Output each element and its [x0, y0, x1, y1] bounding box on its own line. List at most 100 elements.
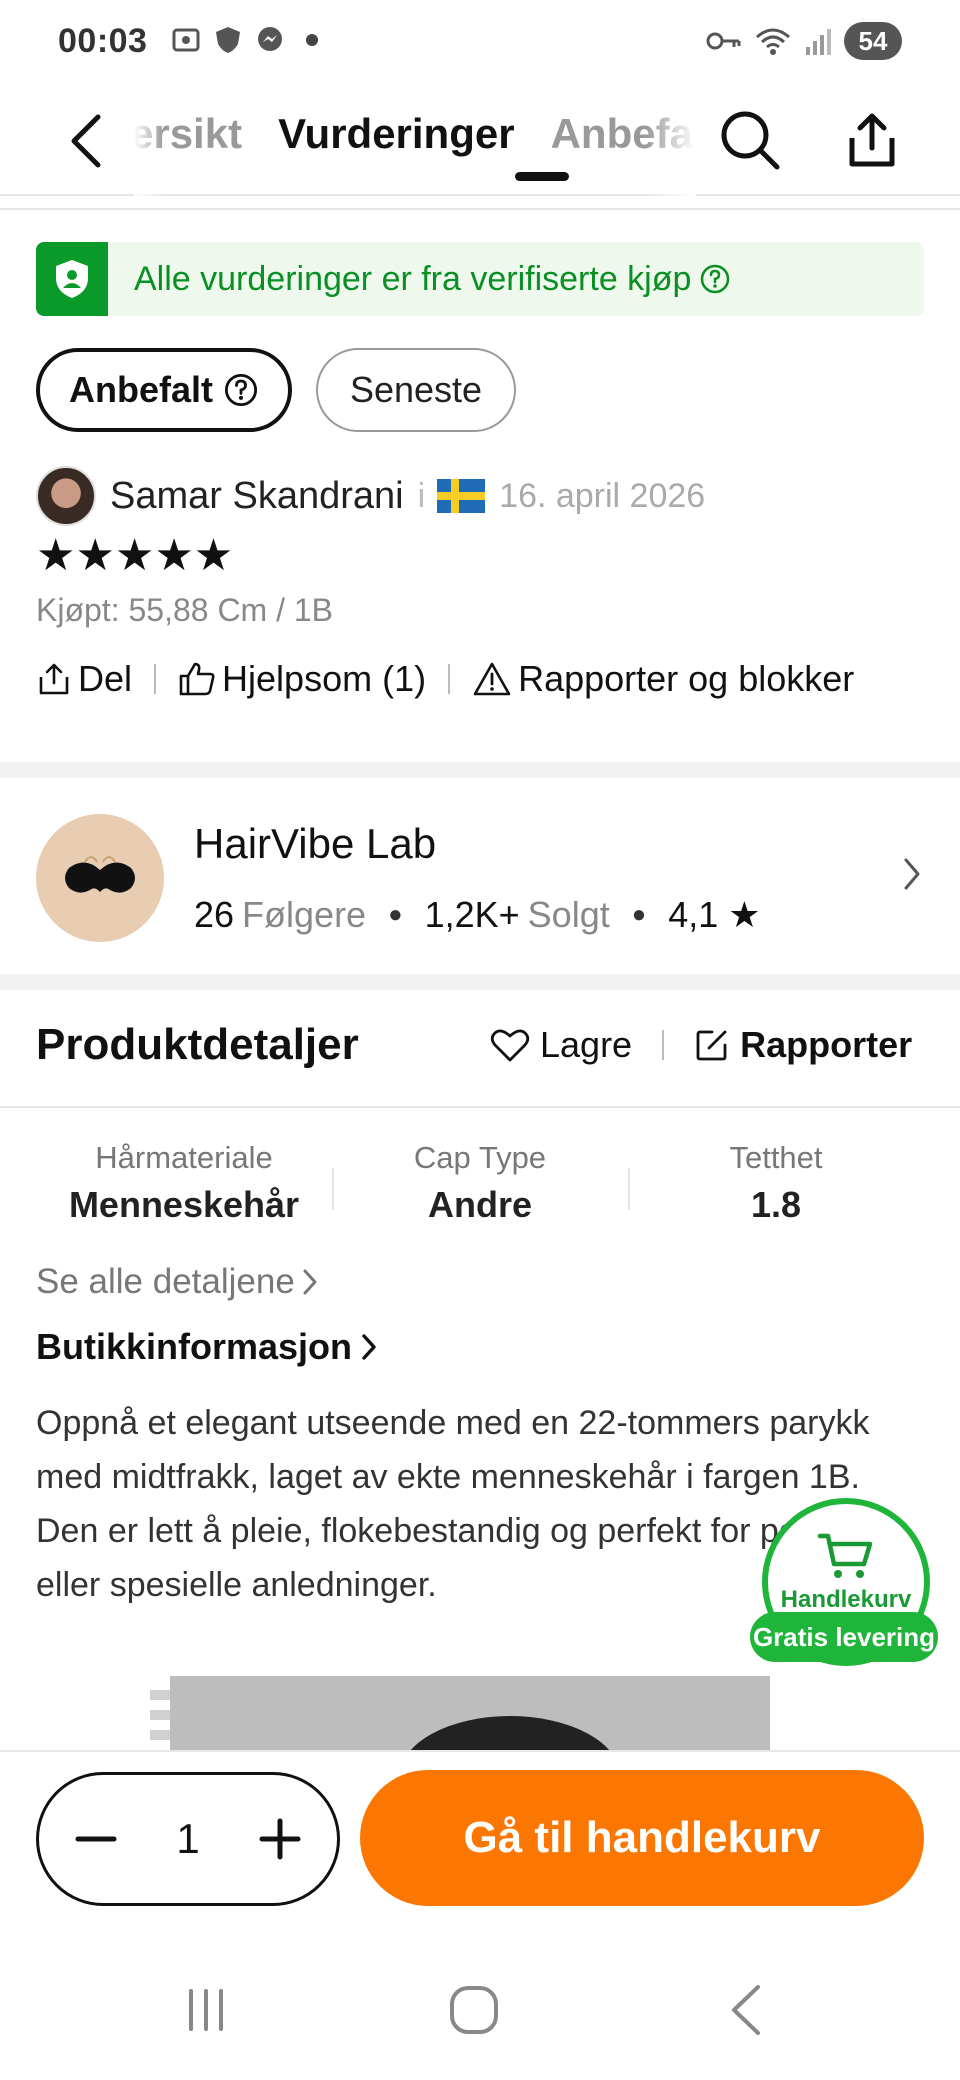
chevron-right-icon: [362, 1334, 376, 1360]
report-label: Rapporter: [740, 1024, 913, 1065]
report-block-label: Rapporter og blokker: [518, 658, 855, 699]
sort-recommended-label: Anbefalt: [69, 369, 213, 410]
verified-banner-text: Alle vurderinger er fra verifiserte kjøp: [134, 259, 692, 298]
report-block-button[interactable]: Rapporter og blokker: [472, 658, 854, 700]
wifi-icon: [756, 28, 790, 55]
active-tab-indicator: [515, 172, 569, 181]
store-stats: 26 Følgere ● 1,2K+ Solgt ● 4,1 ★: [194, 894, 761, 935]
signal-icon: [806, 29, 831, 55]
search-icon: [721, 111, 780, 170]
sold-label: Solgt: [527, 894, 610, 935]
separator: i: [417, 476, 426, 515]
review-date: 16. april 2026: [499, 476, 706, 515]
status-time: 00:03: [58, 22, 148, 60]
followers-label: Følgere: [242, 894, 367, 935]
divider: [0, 208, 960, 210]
attribute-label: Cap Type: [413, 1140, 547, 1175]
attribute-label: Tetthet: [729, 1140, 823, 1175]
status-icons-left: [170, 24, 318, 56]
notification-dot: [306, 34, 318, 46]
helpful-button[interactable]: Hjelpsom (1): [178, 658, 426, 700]
verified-purchases-banner[interactable]: Alle vurderinger er fra verifiserte kjøp: [36, 242, 924, 316]
minus-icon: [75, 1836, 117, 1842]
share-label: Del: [78, 658, 133, 699]
decrease-quantity-button[interactable]: [61, 1804, 131, 1874]
search-button[interactable]: [712, 102, 788, 178]
followers-count: 26: [194, 894, 235, 935]
floating-cart-label: Handlekurv: [780, 1586, 912, 1613]
warning-icon: [473, 662, 511, 696]
plus-icon: [259, 1818, 301, 1860]
increase-quantity-button[interactable]: [245, 1804, 315, 1874]
sold-count: 1,2K+: [424, 894, 520, 935]
system-nav-bar: [0, 1930, 960, 2080]
battery-indicator: 54: [844, 22, 902, 60]
recents-icon: [189, 1989, 223, 2031]
go-to-cart-button[interactable]: Gå til handlekurv: [360, 1770, 924, 1906]
back-button[interactable]: [58, 106, 114, 176]
review-actions: Del Hjelpsom (1) Rapporter og blokker: [36, 658, 854, 700]
share-button[interactable]: [834, 102, 910, 178]
sort-newest-label: Seneste: [349, 369, 483, 410]
edit-report-icon: [696, 1030, 727, 1061]
store-information-link[interactable]: Butikkinformasjon: [36, 1326, 378, 1368]
screenshot-icon: [172, 28, 200, 52]
share-review-button[interactable]: Del: [36, 658, 132, 700]
share-icon: [39, 663, 69, 695]
system-back-button[interactable]: [696, 1970, 796, 2050]
reviewer-avatar[interactable]: [36, 466, 96, 526]
sort-recommended-chip[interactable]: Anbefalt: [36, 348, 292, 432]
reviewer-name[interactable]: Samar Skandrani: [110, 475, 404, 518]
store-information-label: Butikkinformasjon: [36, 1326, 353, 1367]
chevron-right-icon: [904, 858, 920, 890]
free-delivery-badge: Gratis levering: [750, 1612, 938, 1662]
sweden-flag-icon: [437, 479, 486, 513]
product-attributes: Hårmateriale Menneskehår Cap Type Andre …: [36, 1140, 924, 1240]
verified-shield-icon: [36, 242, 108, 316]
purchased-variant: Kjøpt: 55,88 Cm / 1B: [36, 592, 334, 628]
attribute-value: Menneskehår: [68, 1184, 300, 1225]
quantity-stepper: 1: [36, 1772, 340, 1906]
quantity-value: 1: [176, 1815, 200, 1862]
rating-stars: ★★★★★: [36, 531, 234, 580]
messenger-icon: [258, 27, 282, 51]
thumbs-up-icon: [179, 662, 215, 696]
divider: [0, 1106, 960, 1108]
help-icon[interactable]: [699, 263, 731, 295]
see-all-label: Se alle detaljene: [36, 1262, 295, 1301]
chevron-left-icon: [71, 114, 101, 168]
shield-app-icon: [216, 27, 240, 53]
review-header: Samar Skandrani i 16. april 2026: [36, 464, 705, 528]
report-button[interactable]: Rapporter: [694, 1024, 912, 1066]
attribute-cap-type: Cap Type Andre: [332, 1140, 628, 1240]
cart-icon: [817, 1533, 873, 1578]
product-details-title: Produktdetaljer: [36, 1020, 359, 1069]
status-icons-right: 54: [706, 22, 902, 60]
tab-bar: ersikt Vurderinger Anbefa: [134, 86, 694, 196]
help-icon: [224, 373, 258, 407]
see-all-details-link[interactable]: Se alle detaljene: [36, 1262, 319, 1302]
star-icon: ★: [728, 894, 761, 935]
heart-icon: [490, 1029, 530, 1062]
product-image: [170, 1676, 770, 1750]
store-card[interactable]: HairVibe Lab 26 Følgere ● 1,2K+ Solgt ● …: [0, 778, 960, 974]
helpful-label: Hjelpsom (1): [222, 658, 427, 699]
store-name: HairVibe Lab: [194, 820, 437, 867]
attribute-value: Andre: [427, 1184, 532, 1225]
attribute-hair-material: Hårmateriale Menneskehår: [36, 1140, 332, 1240]
home-icon: [450, 1986, 498, 2034]
recents-button[interactable]: [156, 1970, 256, 2050]
store-rating: 4,1: [668, 894, 719, 935]
attribute-density: Tetthet 1.8: [628, 1140, 924, 1240]
share-icon: [849, 113, 895, 167]
attribute-value: 1.8: [750, 1184, 802, 1225]
save-button[interactable]: Lagre: [490, 1024, 632, 1066]
back-icon: [732, 1985, 760, 2035]
save-label: Lagre: [540, 1024, 633, 1065]
header: ersikt Vurderinger Anbefa: [0, 86, 960, 196]
sort-newest-chip[interactable]: Seneste: [316, 348, 516, 432]
attribute-label: Hårmateriale: [95, 1140, 273, 1175]
review-rating: ★★★★★: [36, 530, 233, 582]
home-button[interactable]: [424, 1970, 524, 2050]
tab-reviews[interactable]: Vurderinger: [278, 110, 515, 158]
